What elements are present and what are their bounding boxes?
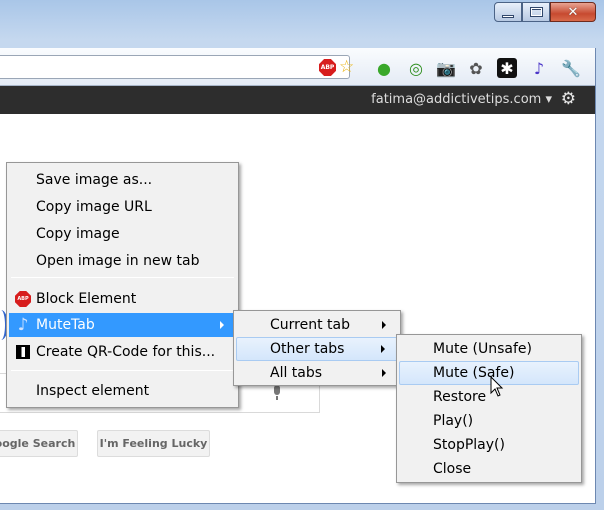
- submenu-arrow-icon: [381, 345, 385, 353]
- puzzle-icon[interactable]: ✿: [466, 58, 486, 78]
- minimize-icon: [502, 14, 514, 18]
- menu-item-current-tab[interactable]: Current tab: [236, 313, 398, 337]
- music-note-icon: ♪: [17, 315, 29, 335]
- music-note-icon[interactable]: ♪: [529, 58, 549, 78]
- menu-item-all-tabs[interactable]: All tabs: [236, 361, 398, 385]
- menu-item-inspect-element[interactable]: Inspect element: [9, 379, 236, 403]
- minimize-button[interactable]: [494, 2, 522, 22]
- maximize-icon: [529, 7, 543, 17]
- window-caption-buttons: ✕: [494, 2, 596, 22]
- menu-item-restore[interactable]: Restore: [399, 385, 579, 409]
- account-menu[interactable]: fatima@addictivetips.com ▾: [371, 92, 552, 107]
- browser-toolbar: ABP ☆ ● ◎ 📷 ✿ ✱ ♪ 🔧: [0, 48, 595, 86]
- gear-icon[interactable]: ⚙: [561, 89, 576, 109]
- menu-item-other-tabs[interactable]: Other tabs: [236, 337, 398, 361]
- close-window-button[interactable]: ✕: [550, 2, 596, 22]
- microphone-icon[interactable]: [272, 385, 282, 401]
- submenu-arrow-icon: [382, 321, 386, 329]
- menu-item-stopplay[interactable]: StopPlay(): [399, 433, 579, 457]
- menu-item-copy-image-url[interactable]: Copy image URL: [9, 195, 236, 219]
- menu-item-block-element[interactable]: ABP Block Element: [9, 287, 236, 311]
- submenu-arrow-icon: [220, 321, 224, 329]
- qr-code-icon: [15, 344, 31, 360]
- close-icon: ✕: [567, 4, 579, 20]
- bookmark-star-icon[interactable]: ☆: [339, 57, 354, 77]
- menu-item-copy-image[interactable]: Copy image: [9, 222, 236, 246]
- menu-item-close[interactable]: Close: [399, 457, 579, 481]
- mouse-cursor-icon: [490, 376, 504, 397]
- mutetab-submenu: Current tab Other tabs All tabs: [233, 310, 401, 386]
- google-bar: fatima@addictivetips.com ▾ ⚙: [0, 86, 595, 114]
- address-bar[interactable]: ABP ☆: [0, 55, 354, 79]
- menu-item-mute-safe[interactable]: Mute (Safe): [399, 361, 579, 385]
- menu-item-mutetab[interactable]: ♪ MuteTab: [9, 313, 236, 337]
- menu-item-open-image-new-tab[interactable]: Open image in new tab: [9, 249, 236, 273]
- camera-icon[interactable]: 📷: [436, 58, 456, 78]
- adblock-icon[interactable]: ABP: [319, 59, 336, 76]
- maximize-button[interactable]: [522, 2, 550, 22]
- google-search-button[interactable]: oogle Search: [0, 430, 78, 457]
- green-ball-icon[interactable]: ●: [374, 58, 394, 78]
- asterisk-icon[interactable]: ✱: [497, 58, 517, 78]
- adblock-icon: ABP: [15, 291, 31, 307]
- chevron-down-icon: ▾: [545, 92, 552, 107]
- context-menu: Save image as... Copy image URL Copy ima…: [6, 162, 239, 408]
- account-email: fatima@addictivetips.com: [371, 92, 542, 107]
- menu-item-save-image-as[interactable]: Save image as...: [9, 168, 236, 192]
- menu-separator: [11, 277, 234, 278]
- menu-separator: [11, 370, 234, 371]
- refresh-ring-icon[interactable]: ◎: [406, 58, 426, 78]
- menu-item-play[interactable]: Play(): [399, 409, 579, 433]
- wrench-icon[interactable]: 🔧: [561, 58, 581, 78]
- submenu-arrow-icon: [382, 369, 386, 377]
- menu-item-mute-unsafe[interactable]: Mute (Unsafe): [399, 337, 579, 361]
- othertabs-submenu: Mute (Unsafe) Mute (Safe) Restore Play()…: [396, 334, 582, 483]
- feeling-lucky-button[interactable]: I'm Feeling Lucky: [97, 430, 210, 457]
- menu-item-create-qr-code[interactable]: Create QR-Code for this...: [9, 340, 236, 364]
